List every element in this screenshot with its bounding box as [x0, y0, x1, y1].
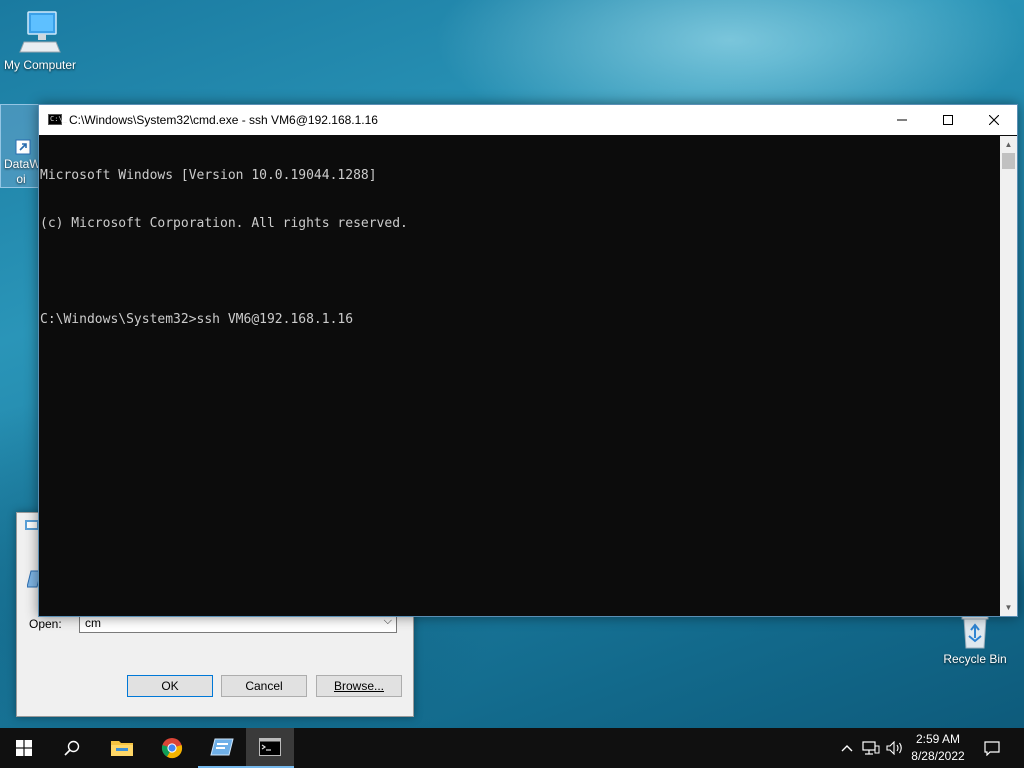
close-icon [988, 114, 1000, 126]
minimize-button[interactable] [879, 105, 925, 135]
run-button-row: OK Cancel Browse... [17, 649, 413, 716]
desktop-icon-label: My Computer [3, 58, 77, 72]
browse-button[interactable]: Browse... [316, 675, 402, 697]
console-output[interactable]: Microsoft Windows [Version 10.0.19044.12… [39, 136, 1000, 616]
search-button[interactable] [48, 728, 96, 768]
volume-button[interactable] [884, 728, 906, 768]
desktop-icon-recycle-bin[interactable]: Recycle Bin [935, 610, 1015, 666]
console-line: C:\Windows\System32>ssh VM6@192.168.1.16 [40, 312, 354, 327]
clock-date: 8/28/2022 [911, 749, 965, 763]
chrome-icon [161, 738, 183, 759]
taskbar-chrome[interactable] [148, 728, 196, 768]
maximize-icon [943, 115, 953, 125]
desktop-icon-label: Recycle Bin [943, 652, 1007, 666]
ok-button[interactable]: OK [127, 675, 213, 697]
cmd-titlebar[interactable]: C:\_ C:\Windows\System32\cmd.exe - ssh V… [39, 105, 1017, 135]
cmd-window: C:\_ C:\Windows\System32\cmd.exe - ssh V… [38, 104, 1018, 617]
window-title: C:\Windows\System32\cmd.exe - ssh VM6@19… [69, 113, 378, 127]
cmd-icon: C:\_ [48, 114, 67, 125]
open-combobox-value: cm [85, 616, 101, 630]
network-button[interactable] [860, 728, 882, 768]
clock[interactable]: 2:59 AM 8/28/2022 [906, 731, 970, 765]
taskbar-run[interactable] [198, 728, 246, 768]
open-label: Open: [29, 617, 62, 631]
console-line: Microsoft Windows [Version 10.0.19044.12… [40, 168, 377, 183]
windows-start-icon [16, 740, 32, 756]
taskbar-cmd[interactable] [246, 728, 294, 768]
shortcut-icon [15, 139, 31, 155]
search-icon [64, 740, 80, 756]
cmd-icon [259, 738, 281, 756]
chevron-up-icon [841, 745, 853, 752]
volume-icon [886, 741, 902, 755]
desktop-icon-my-computer[interactable]: My Computer [0, 8, 80, 72]
scroll-thumb[interactable] [1002, 153, 1015, 169]
scroll-up-icon[interactable]: ▲ [1000, 136, 1017, 153]
start-button[interactable] [0, 728, 48, 768]
tray-overflow-button[interactable] [838, 728, 856, 768]
maximize-button[interactable] [925, 105, 971, 135]
close-button[interactable] [971, 105, 1017, 135]
taskbar: 2:59 AM 8/28/2022 [0, 728, 1024, 768]
desktop-icon-label: DataW… oi [4, 157, 41, 186]
taskbar-file-explorer[interactable] [98, 728, 146, 768]
vertical-scrollbar[interactable]: ▲ ▼ [1000, 136, 1017, 616]
run-icon [210, 738, 234, 756]
console-line: (c) Microsoft Corporation. All rights re… [40, 216, 408, 231]
network-icon [862, 741, 880, 755]
cancel-button[interactable]: Cancel [221, 675, 307, 697]
scroll-down-icon[interactable]: ▼ [1000, 599, 1017, 616]
clock-time: 2:59 AM [915, 732, 961, 746]
folder-icon [111, 741, 133, 756]
run-title-icon [25, 520, 39, 530]
notification-icon [984, 740, 1000, 756]
minimize-icon [897, 119, 907, 121]
desktop-icon-shortcut[interactable]: DataW… oi [0, 104, 42, 188]
notifications-button[interactable] [978, 728, 1006, 768]
computer-icon [19, 11, 61, 53]
